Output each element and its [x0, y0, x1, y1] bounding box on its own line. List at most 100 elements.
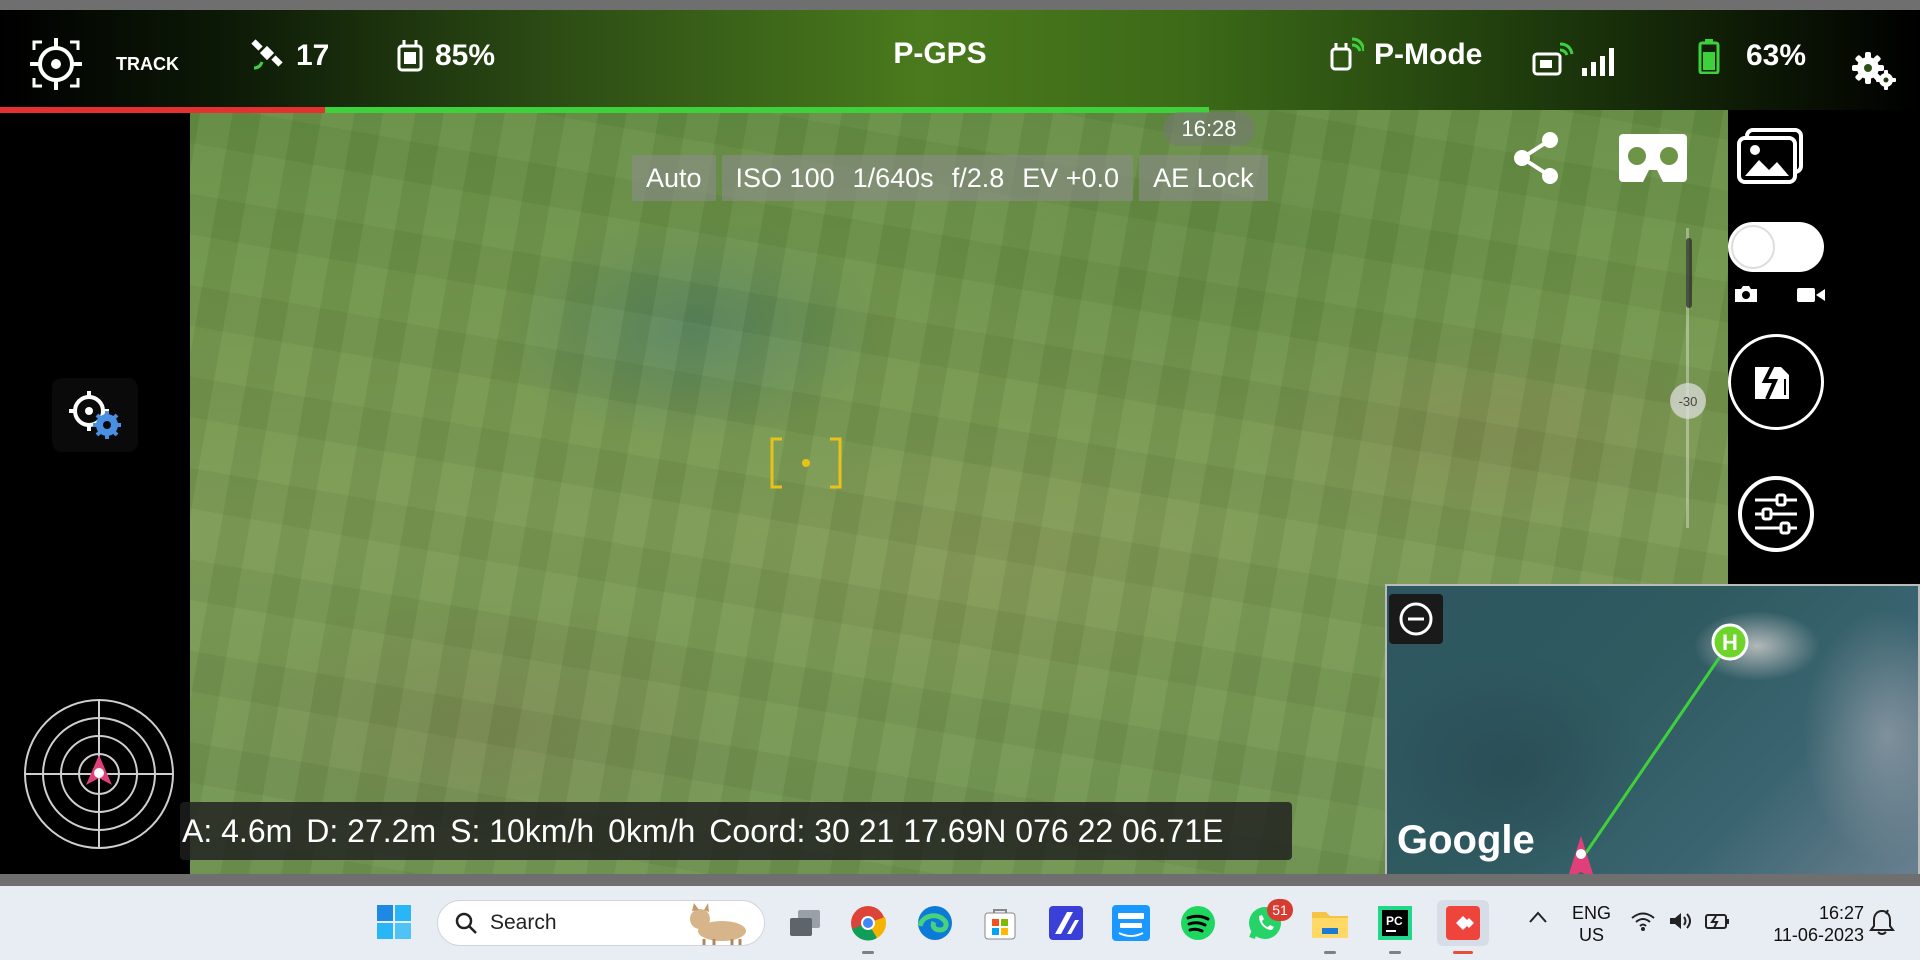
ev-value: EV +0.0 [1022, 162, 1120, 193]
windows-taskbar: Search 51 PC ENG US 16:27 11-06-2023 [0, 886, 1920, 960]
app-window: TRACK 17 85% P-GPS P-Mode 63% 16:28 Auto… [0, 0, 1920, 960]
progress-bar-green [325, 107, 1209, 113]
progress-bar-red [0, 107, 325, 113]
taskbar-search[interactable]: Search [437, 900, 765, 946]
camera-settings-button[interactable] [52, 378, 138, 452]
vr-headset-icon[interactable] [1617, 128, 1689, 188]
editor-app[interactable] [1043, 900, 1089, 946]
sliders-icon [1755, 493, 1797, 535]
prime-video-app[interactable] [1108, 900, 1154, 946]
exposure-settings-bar[interactable]: Auto ISO 100 1/640s f/2.8 EV +0.0 AE Loc… [632, 155, 1268, 201]
windows-start-icon[interactable] [376, 904, 412, 940]
microsoft-store-icon [984, 909, 1016, 940]
gallery-icon[interactable] [1733, 128, 1805, 192]
folder-icon [1312, 912, 1348, 938]
toggle-knob [1731, 225, 1775, 269]
drone-app: TRACK 17 85% P-GPS P-Mode 63% 16:28 Auto… [0, 10, 1920, 874]
flight-mode-button[interactable]: P-Mode [1328, 37, 1482, 73]
chrome-app[interactable] [845, 900, 891, 954]
anydesk-icon [1446, 906, 1480, 940]
search-label: Search [490, 911, 557, 934]
task-view-app[interactable] [782, 900, 828, 946]
photo-video-toggle[interactable] [1728, 222, 1824, 272]
remote-signal-icon [1330, 37, 1364, 71]
altitude-value: A: 4.6m [182, 812, 293, 849]
rc-battery-status: 85% [395, 38, 495, 74]
timer-text: 16:28 [1181, 116, 1237, 141]
aperture-value: f/2.8 [951, 162, 1005, 193]
video-mode-icon [1797, 288, 1825, 302]
gps-mode-text: P-GPS [893, 37, 987, 70]
video-transmission-icon [1532, 42, 1614, 76]
drone-map-marker [1568, 836, 1594, 874]
clock-time: 16:27 [1818, 903, 1864, 923]
whatsapp-badge-count: 51 [1272, 902, 1288, 918]
track-mode-button[interactable]: TRACK [28, 36, 179, 92]
google-logo: Google [1397, 818, 1535, 862]
system-tray[interactable] [1630, 910, 1732, 932]
input-language[interactable]: ENG US [1572, 902, 1611, 946]
gimbal-angle-marker: -30 [1670, 383, 1706, 419]
storage-card-icon [1755, 364, 1792, 400]
task-view-icon [790, 910, 820, 936]
map-minimize-button[interactable] [1389, 594, 1443, 644]
video-signal-status [1532, 40, 1628, 80]
crosshair-icon [30, 38, 82, 90]
settings-gear-icon[interactable] [1852, 48, 1896, 92]
satellite-status: 17 [250, 38, 329, 74]
spotify-icon [1181, 906, 1215, 940]
gimbal-pitch-thumb[interactable] [1686, 238, 1692, 308]
spotify-app[interactable] [1175, 900, 1221, 946]
edge-icon [917, 906, 952, 940]
pycharm-running-indicator [1389, 951, 1401, 954]
exposure-params-box[interactable]: ISO 100 1/640s f/2.8 EV +0.0 [721, 155, 1134, 201]
shutter-value: 1/640s [852, 162, 934, 193]
store-app[interactable] [977, 900, 1023, 946]
exposure-mode-box[interactable]: Auto [632, 155, 716, 201]
chevron-up-icon[interactable] [1528, 910, 1548, 924]
chrome-running-indicator [862, 951, 874, 954]
camera-focus-settings-icon [69, 391, 121, 439]
coordinates-value: Coord: 30 21 17.69N 076 22 06.71E [709, 812, 1224, 849]
satellite-icon [251, 39, 283, 70]
ae-lock-button[interactable]: AE Lock [1139, 155, 1268, 201]
edge-app[interactable] [912, 900, 958, 946]
battery-icon [1698, 39, 1720, 74]
share-icon[interactable] [1508, 128, 1564, 188]
editor-app-icon [1049, 906, 1083, 940]
volume-icon [1670, 913, 1691, 929]
vertical-speed-value: 0km/h [608, 812, 696, 849]
clock-date: 11-06-2023 [1773, 925, 1864, 945]
track-label: TRACK [116, 53, 179, 74]
speed-value: S: 10km/h [450, 812, 595, 849]
attitude-radar [24, 699, 174, 849]
flight-mode-text: P-Mode [1374, 38, 1483, 71]
notification-bell-icon[interactable] [1868, 908, 1896, 938]
camera-settings-sliders-button[interactable] [1738, 476, 1814, 552]
top-status-bar: TRACK 17 85% P-GPS P-Mode 63% [0, 10, 1920, 110]
lang-region: US [1579, 925, 1605, 945]
iso-value: ISO 100 [735, 162, 835, 193]
chrome-icon [851, 906, 887, 941]
drone-battery-percent: 63% [1746, 39, 1807, 72]
svg-text:PC: PC [1386, 914, 1403, 928]
prime-video-icon [1112, 905, 1150, 941]
distance-value: D: 27.2m [306, 812, 437, 849]
wifi-icon [1631, 912, 1655, 931]
drone-battery-status: 63% [1698, 38, 1806, 74]
pycharm-app[interactable]: PC [1372, 900, 1418, 954]
taskbar-clock[interactable]: 16:27 11-06-2023 [1760, 902, 1864, 946]
drone-app-taskbar[interactable] [1437, 900, 1489, 954]
photo-mode-icon [1735, 286, 1757, 302]
shutter-button[interactable] [1728, 334, 1824, 430]
gimbal-angle-text: -30 [1678, 393, 1698, 409]
satellite-count: 17 [296, 39, 330, 72]
home-point-marker: H [1711, 623, 1749, 661]
minus-circle-icon [1399, 602, 1433, 636]
svg-text:H: H [1722, 630, 1738, 655]
rc-battery-percent: 85% [435, 39, 496, 72]
whatsapp-notification-badge: 51 [1267, 899, 1293, 921]
gps-mode-label: P-GPS [860, 37, 1020, 71]
remote-controller-icon [397, 40, 423, 72]
file-explorer-app[interactable] [1307, 900, 1353, 954]
